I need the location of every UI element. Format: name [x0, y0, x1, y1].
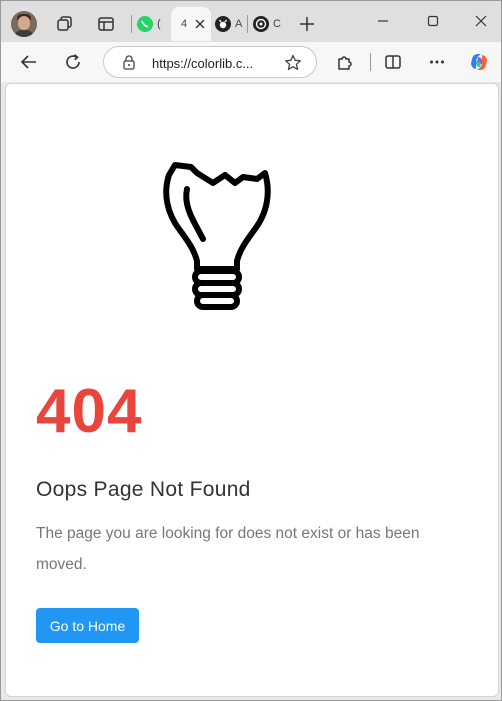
page-viewport: 404 Oops Page Not Found The page you are… [5, 83, 499, 697]
lock-icon[interactable] [122, 55, 136, 75]
tab-separator [247, 15, 248, 33]
maximize-icon[interactable] [423, 11, 443, 31]
browser-window: ( 4 A C https://colorlib.c... 404 Oops P… [0, 0, 502, 701]
error-code: 404 [36, 377, 143, 446]
toolbar-separator [370, 53, 371, 71]
tab-title: C [273, 18, 281, 30]
more-icon[interactable] [425, 50, 449, 74]
tab-actions-icon[interactable] [94, 12, 118, 36]
workspaces-icon[interactable] [53, 12, 77, 36]
tab-whatsapp[interactable]: ( [137, 7, 161, 41]
github-icon [215, 16, 231, 32]
tab-strip: ( 4 A C [1, 1, 501, 43]
go-home-button[interactable]: Go to Home [36, 608, 139, 643]
error-description: The page you are looking for does not ex… [36, 525, 420, 573]
tab-title: ( [157, 18, 161, 30]
tab-title: 4 [181, 18, 188, 30]
url-text: https://colorlib.c... [152, 56, 254, 71]
close-window-icon[interactable] [471, 11, 491, 31]
copilot-icon[interactable] [467, 50, 491, 74]
broken-lightbulb-icon [161, 159, 291, 324]
star-icon[interactable] [284, 54, 302, 77]
browser-toolbar: https://colorlib.c... [1, 42, 501, 82]
address-bar[interactable]: https://colorlib.c... [103, 46, 317, 78]
minimize-icon[interactable] [373, 11, 393, 31]
profile-avatar[interactable] [11, 11, 37, 37]
tab-separator [131, 15, 132, 33]
plus-icon[interactable] [295, 12, 319, 36]
tab-active[interactable]: 4 [171, 7, 211, 41]
chatgpt-icon [253, 16, 269, 32]
whatsapp-icon [137, 16, 153, 32]
tab-github[interactable]: A [215, 7, 242, 41]
error-headline: Oops Page Not Found [36, 478, 251, 501]
close-icon[interactable] [195, 19, 205, 29]
puzzle-icon[interactable] [333, 50, 357, 74]
refresh-icon[interactable] [61, 50, 85, 74]
split-screen-icon[interactable] [381, 50, 405, 74]
back-arrow-icon[interactable] [17, 50, 41, 74]
tab-title: A [235, 18, 243, 30]
tab-chatgpt[interactable]: C [253, 7, 281, 41]
